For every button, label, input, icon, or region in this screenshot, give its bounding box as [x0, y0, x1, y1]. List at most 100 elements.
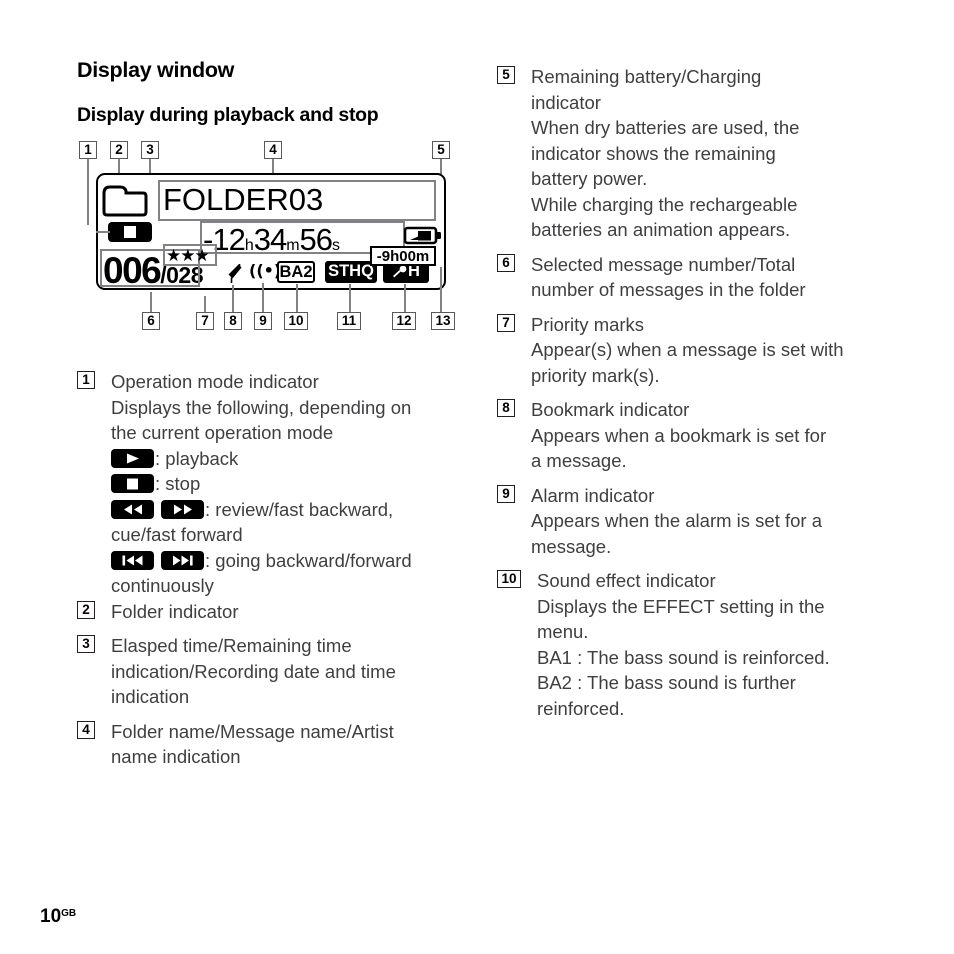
item-line-text: : review/fast backward,: [205, 498, 394, 520]
item-line-play: : playback: [111, 446, 477, 472]
callout-13: 13: [431, 312, 455, 330]
skip-back-icon: [111, 550, 154, 570]
list-item-8: 8 Bookmark indicator Appears when a book…: [497, 397, 897, 474]
item-line-text: : playback: [155, 447, 239, 469]
item-line: continuously: [111, 575, 214, 596]
item-line: Appear(s) when a message is set with: [531, 339, 844, 360]
item-number-9: 9: [497, 484, 515, 503]
item-line: Displays the EFFECT setting in the: [537, 595, 825, 617]
list-item-1: 1 Operation mode indicator Displays the …: [77, 369, 477, 599]
microphone-icon: [392, 264, 408, 280]
callout-9: 9: [254, 312, 272, 330]
leader-line-11: [349, 284, 352, 312]
list-item-3: 3 Elasped time/Remaining time indication…: [77, 633, 477, 710]
skip-forward-icon: [161, 550, 204, 570]
item-line: indicator shows the remaining: [531, 142, 776, 164]
battery-half-icon: [403, 226, 442, 245]
item-number-6: 6: [497, 253, 515, 272]
page-folio: 10GB: [40, 906, 76, 928]
item-line: menu.: [537, 621, 589, 642]
left-column: 1 Operation mode indicator Displays the …: [77, 369, 477, 770]
leader-line-12: [404, 284, 407, 312]
item-title-6: Selected message number/Total: [531, 253, 796, 275]
stop-icon: [108, 222, 152, 242]
callout-8: 8: [224, 312, 242, 330]
list-item-2: 2 Folder indicator: [77, 599, 477, 625]
item-line-text: : stop: [155, 473, 201, 494]
item-title-1: Operation mode indicator: [111, 371, 319, 392]
item-line: a message.: [531, 450, 627, 471]
callout-frame-7: [163, 244, 217, 266]
item-title-3-cont2: indication: [111, 686, 190, 707]
item-number-2: 2: [77, 600, 95, 619]
item-number-5: 5: [497, 66, 515, 84]
leader-line-13: [440, 267, 443, 312]
play-icon: [111, 448, 154, 468]
item-line: reinforced.: [537, 697, 625, 719]
item-title-8: Bookmark indicator: [531, 399, 690, 420]
leader-line-8: [232, 285, 235, 312]
list-item-9: 9 Alarm indicator Appears when the alarm…: [497, 483, 897, 560]
page-title: Display window: [77, 58, 235, 82]
manual-page: Display window Display during playback a…: [0, 0, 954, 954]
item-line-review: : review/fast backward,: [111, 497, 477, 523]
item-line: battery power.: [531, 168, 648, 189]
remaining-recording-time: -9h00m: [370, 246, 436, 266]
callout-frame-4: [158, 180, 436, 221]
item-title-3: Elasped time/Remaining time: [111, 635, 352, 656]
item-line: Appears when the alarm is set for a: [531, 510, 823, 531]
section-title: Display during playback and stop: [77, 104, 379, 126]
list-item-4: 4 Folder name/Message name/Artist name i…: [77, 719, 477, 770]
item-title-5-cont: indicator: [531, 91, 601, 113]
item-line: message.: [531, 535, 612, 557]
stop-icon: [111, 474, 154, 493]
list-item-6: 6 Selected message number/Total number o…: [497, 252, 897, 303]
sound-effect-badge: BA2: [277, 261, 315, 283]
bookmark-indicator-icon: [226, 263, 244, 283]
item-line: While charging the rechargeable: [531, 193, 798, 215]
leader-line-6: [150, 292, 153, 312]
callout-3: 3: [141, 141, 159, 159]
item-line: Appears when a bookmark is set for: [531, 424, 827, 446]
callout-4: 4: [264, 141, 282, 159]
fast-forward-icon: [161, 499, 204, 519]
item-title-10: Sound effect indicator: [537, 570, 716, 591]
item-line: the current operation mode: [111, 422, 334, 443]
folder-icon: [101, 184, 149, 218]
leader-line-1: [87, 159, 90, 225]
leader-line-1b: [96, 231, 110, 234]
item-line-skip: : going backward/forward: [111, 548, 477, 574]
item-line-stop: : stop: [111, 471, 477, 497]
page-number: 10: [40, 906, 62, 927]
item-line: When dry batteries are used, the: [531, 117, 800, 138]
item-line: BA2 : The bass sound is further: [537, 672, 796, 693]
callout-5: 5: [432, 141, 450, 159]
callout-6: 6: [142, 312, 160, 330]
item-line: cue/fast forward: [111, 524, 243, 545]
item-number-1: 1: [77, 371, 95, 389]
list-item-5: 5 Remaining battery/Charging indicator W…: [497, 64, 897, 243]
item-title-6-cont: number of messages in the folder: [531, 279, 806, 300]
item-title-4-cont: name indication: [111, 746, 241, 767]
page-suffix: GB: [61, 908, 77, 919]
item-number-10: 10: [497, 570, 521, 588]
item-number-3: 3: [77, 635, 95, 653]
callout-2: 2: [110, 141, 128, 159]
item-line-text: : going backward/forward: [205, 549, 412, 571]
item-number-7: 7: [497, 313, 515, 332]
item-line: Displays the following, depending on: [111, 396, 412, 418]
item-title-5: Remaining battery/Charging: [531, 66, 762, 87]
callout-11: 11: [337, 312, 361, 330]
callout-10: 10: [284, 312, 308, 330]
callout-7: 7: [196, 312, 214, 330]
leader-line-10: [296, 284, 299, 312]
item-line: priority mark(s).: [531, 364, 660, 386]
item-line: batteries an animation appears.: [531, 219, 791, 240]
item-line: BA1 : The bass sound is reinforced.: [537, 646, 830, 668]
item-title-2: Folder indicator: [111, 600, 239, 622]
leader-line-7: [204, 296, 207, 312]
item-title-3-cont: indication/Recording date and time: [111, 660, 396, 682]
right-column: 5 Remaining battery/Charging indicator W…: [497, 64, 897, 721]
list-item-7: 7 Priority marks Appear(s) when a messag…: [497, 312, 897, 389]
callout-12: 12: [392, 312, 416, 330]
